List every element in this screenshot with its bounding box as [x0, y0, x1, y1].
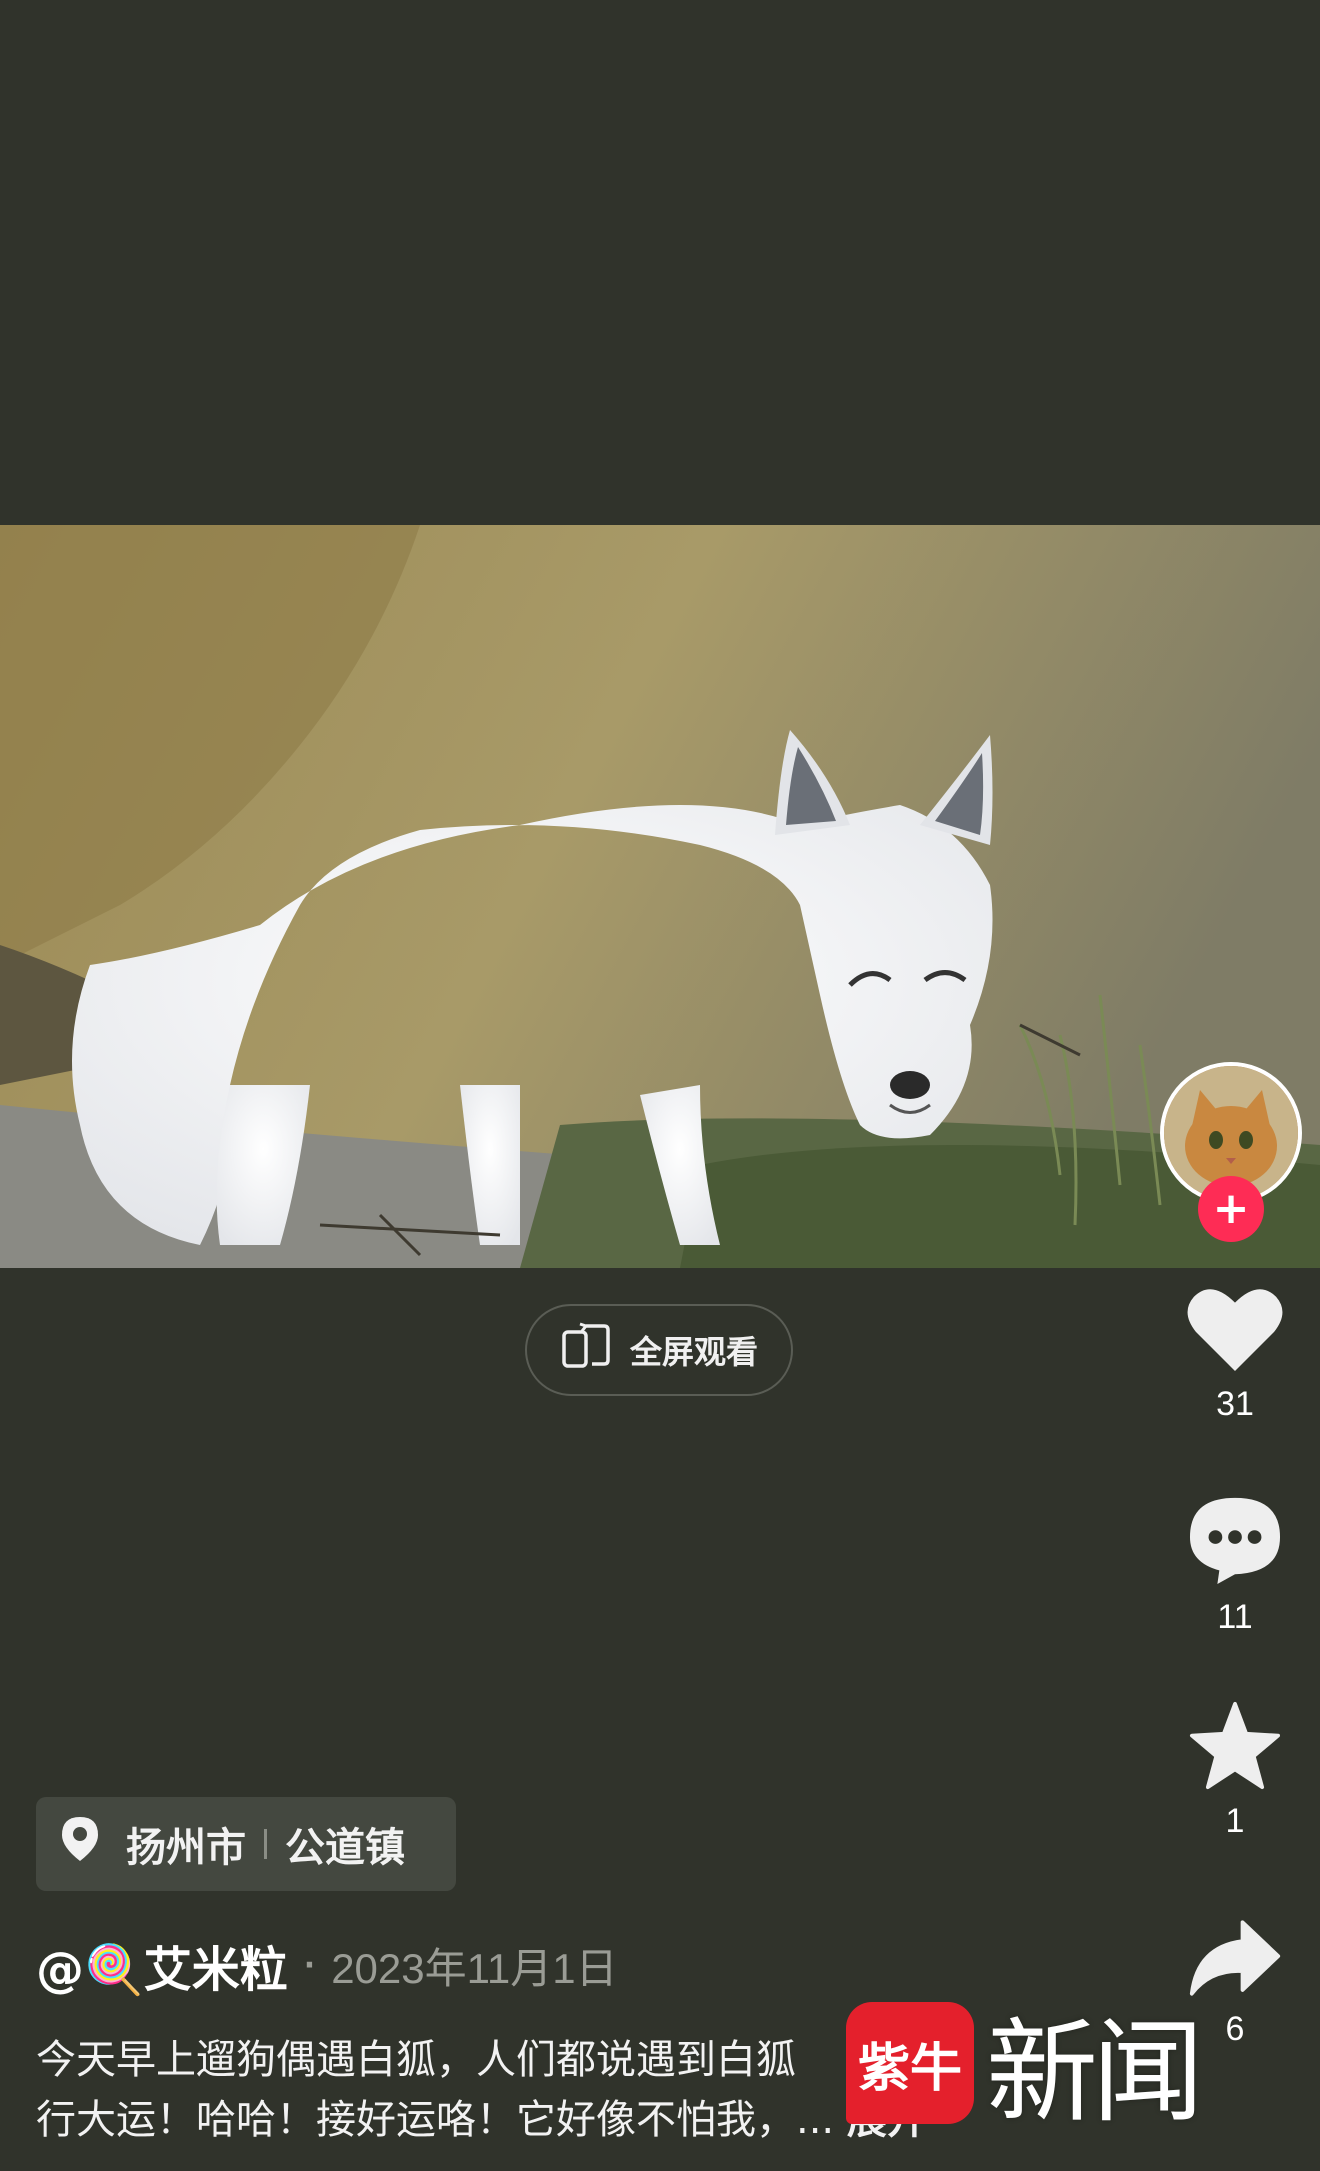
author-handle[interactable]: @🍭艾米粒	[36, 1930, 288, 2000]
plus-icon: +	[1212, 1183, 1250, 1234]
like-count: 31	[1216, 1385, 1254, 1423]
location-divider	[264, 1829, 267, 1859]
watermark-text: 新闻	[986, 2008, 1204, 2138]
post-date: 2023年11月1日	[331, 1944, 618, 1992]
author-emoji: 🍭	[84, 1942, 144, 1998]
fullscreen-button[interactable]: 全屏观看	[525, 1304, 793, 1396]
description-line-2: 行大运！哈哈！接好运咯！它好像不怕我，...	[36, 2097, 835, 2143]
fullscreen-label: 全屏观看	[629, 1333, 758, 1371]
comment-icon	[1186, 1497, 1284, 1590]
location-tag[interactable]: 扬州市 公道镇	[36, 1797, 456, 1891]
location-city: 扬州市	[126, 1825, 246, 1871]
video-player[interactable]	[0, 525, 1320, 1268]
star-icon	[1188, 1701, 1282, 1794]
fullscreen-rotate-icon	[560, 1320, 612, 1380]
video-frame-white-fox	[0, 525, 1320, 1268]
author-name: 艾米粒	[143, 1942, 288, 1998]
favorite-button[interactable]: 1	[1160, 1700, 1310, 1841]
separator-dot: ·	[303, 1947, 316, 1983]
heart-icon	[1186, 1289, 1284, 1377]
creator-avatar-group[interactable]: +	[1160, 1062, 1306, 1242]
author-prefix: @	[36, 1942, 84, 1998]
news-watermark: 紫牛 新闻	[846, 1998, 1236, 2138]
comment-count: 11	[1217, 1598, 1253, 1636]
author-row: @🍭艾米粒 · 2023年11月1日	[36, 1930, 618, 2000]
location-pin-icon	[60, 1815, 100, 1873]
location-town: 公道镇	[285, 1825, 405, 1871]
favorite-count: 1	[1225, 1802, 1245, 1840]
watermark-logo: 紫牛	[846, 2002, 974, 2124]
follow-button[interactable]: +	[1198, 1176, 1264, 1242]
comment-button[interactable]: 11	[1160, 1494, 1310, 1637]
like-button[interactable]: 31	[1160, 1285, 1310, 1424]
